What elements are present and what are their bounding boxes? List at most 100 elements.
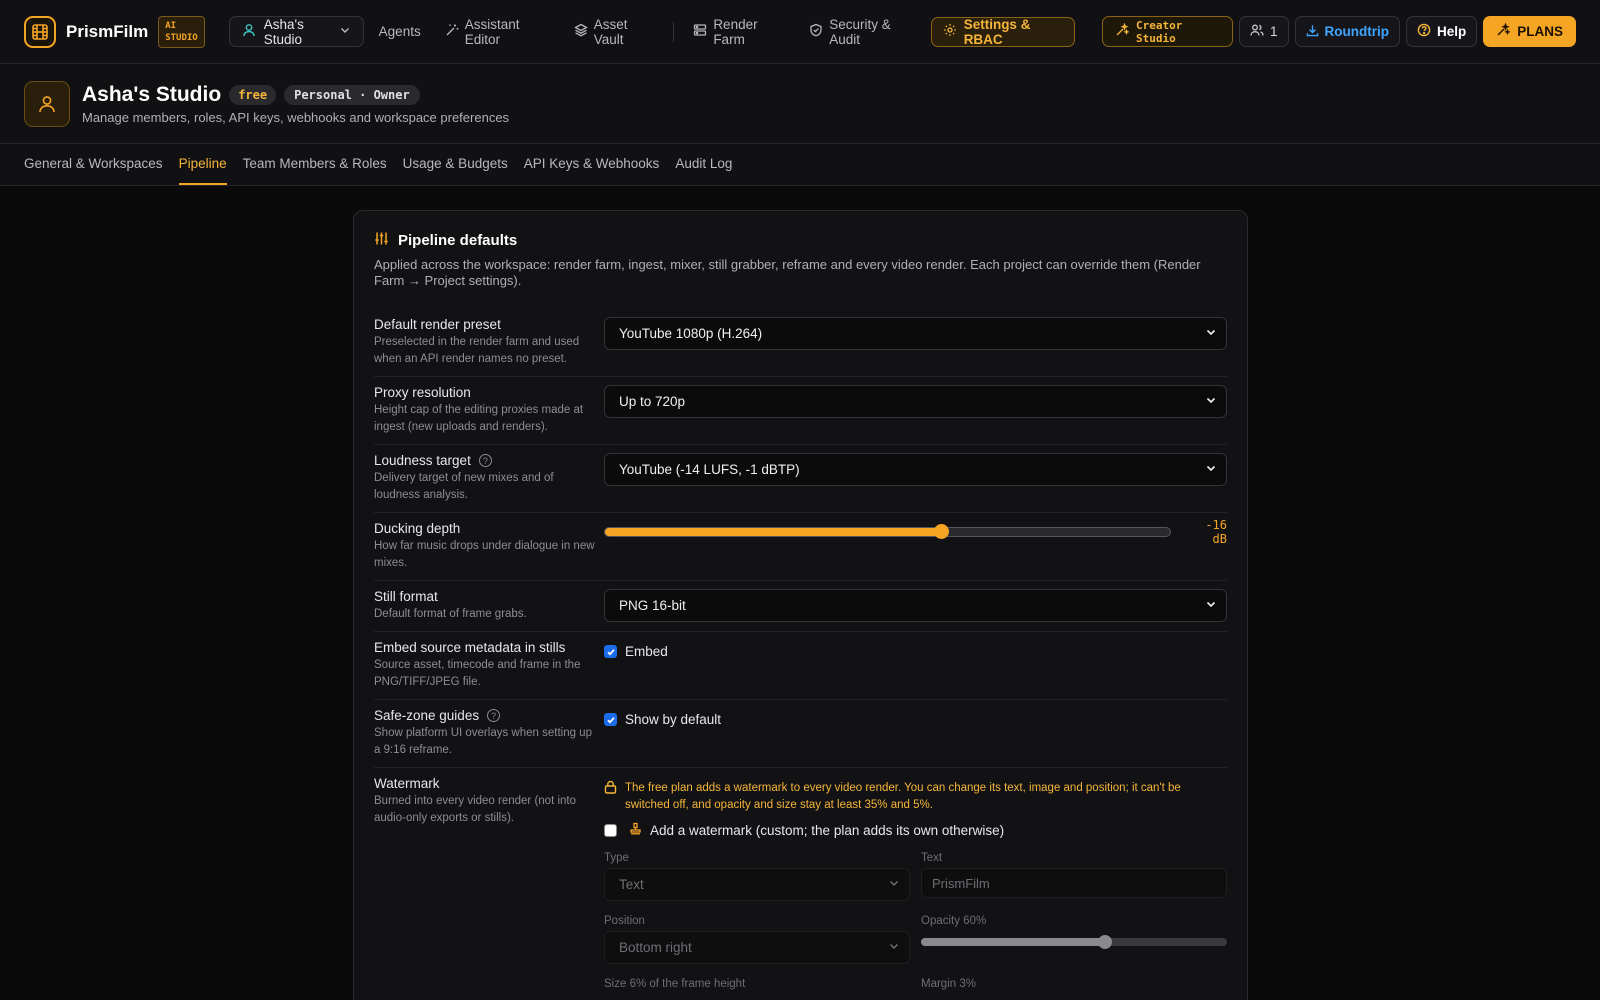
row-label: Safe-zone guides ? Show platform UI over… xyxy=(374,708,604,759)
nav-agents-label: Agents xyxy=(378,24,421,39)
sparkle-icon xyxy=(1115,22,1130,40)
watermark-type-select[interactable]: Text xyxy=(604,868,910,901)
page-header: Asha's Studio free Personal · Owner Mana… xyxy=(0,64,1600,143)
page-title: Asha's Studio xyxy=(82,82,222,106)
field-position: Position Bottom right xyxy=(604,915,910,964)
help-button[interactable]: Help xyxy=(1405,16,1478,47)
chevron-down-icon xyxy=(1205,598,1217,613)
field-opacity: Opacity 60% xyxy=(921,915,1227,964)
plans-button[interactable]: PLANS xyxy=(1483,16,1577,47)
row-still-format: Still format Default format of frame gra… xyxy=(374,581,1227,632)
watermark-opacity-slider[interactable] xyxy=(921,935,1227,949)
nav-settings-rbac-label: Settings & RBAC xyxy=(963,16,1031,47)
custom-watermark-line[interactable]: Add a watermark (custom; the plan adds i… xyxy=(604,822,1227,838)
app-logo[interactable]: PrismFilm AI STUDIO xyxy=(24,15,205,48)
still-format-label: Still format xyxy=(374,589,438,604)
chevron-down-icon xyxy=(888,940,900,955)
server-icon xyxy=(693,23,707,40)
ducking-slider-wrap: -16 dB xyxy=(604,518,1227,546)
embed-checkbox-label: Embed xyxy=(625,644,668,659)
row-control: YouTube (-14 LUFS, -1 dBTP) xyxy=(604,453,1227,504)
top-bar: PrismFilm AI STUDIO Asha's Studio Agents … xyxy=(0,0,1600,64)
ai-studio-badge: AI STUDIO xyxy=(158,15,205,48)
nav-assistant-editor-label: Assistant Editor xyxy=(464,16,520,47)
opacity-label: Opacity 60% xyxy=(921,915,987,927)
creator-studio-button[interactable]: Creator Studio xyxy=(1101,16,1233,47)
proxy-label: Proxy resolution xyxy=(374,385,471,400)
proxy-hint: Height cap of the editing proxies made a… xyxy=(374,404,584,433)
members-button[interactable]: 1 xyxy=(1238,16,1289,47)
plans-label: PLANS xyxy=(1517,24,1564,39)
type-value: Text xyxy=(619,877,644,892)
nav-asset-vault[interactable]: Asset Vault xyxy=(565,16,664,48)
watermark-fields: Type Text Text PrismFilm Position Bottom… xyxy=(604,852,1227,994)
loudness-target-select[interactable]: YouTube (-14 LUFS, -1 dBTP) xyxy=(604,453,1227,486)
tab-api-keys-webhooks[interactable]: API Keys & Webhooks xyxy=(524,144,660,185)
settings-rows: Default render preset Preselected in the… xyxy=(374,309,1227,1000)
loudness-hint: Delivery target of new mixes and of loud… xyxy=(374,472,554,501)
avatar xyxy=(24,80,70,127)
row-control: -16 dB xyxy=(604,518,1227,572)
embed-checkbox[interactable] xyxy=(604,645,617,658)
still-format-select[interactable]: PNG 16-bit xyxy=(604,589,1227,622)
row-watermark: Watermark Burned into every video render… xyxy=(374,768,1227,1000)
tab-team-members-roles[interactable]: Team Members & Roles xyxy=(243,144,387,185)
roundtrip-button[interactable]: Roundtrip xyxy=(1294,16,1400,47)
watermark-position-select[interactable]: Bottom right xyxy=(604,931,910,964)
safe-zone-hint: Show platform UI overlays when setting u… xyxy=(374,727,592,756)
row-control: The free plan adds a watermark to every … xyxy=(604,776,1227,994)
nav-agents[interactable]: Agents xyxy=(370,16,430,48)
shield-icon xyxy=(809,23,823,40)
roundtrip-label: Roundtrip xyxy=(1324,24,1389,39)
nav-render-farm[interactable]: Render Farm xyxy=(684,16,794,48)
ducking-depth-slider[interactable] xyxy=(604,524,1171,539)
settings-tabs: General & Workspaces Pipeline Team Membe… xyxy=(0,143,1600,186)
type-label: Type xyxy=(604,852,629,864)
chevron-down-icon xyxy=(1205,462,1217,477)
creator-studio-label: Creator Studio xyxy=(1135,18,1183,45)
nav-divider xyxy=(673,21,675,42)
nav-security-audit[interactable]: Security & Audit xyxy=(800,16,924,48)
chevron-down-icon xyxy=(339,24,351,39)
chevron-down-icon xyxy=(1205,394,1217,409)
chevron-down-icon xyxy=(1205,326,1217,341)
margin-label: Margin 3% xyxy=(921,978,976,990)
stamp-icon xyxy=(629,822,642,838)
layers-icon xyxy=(573,23,588,40)
slider-thumb[interactable] xyxy=(933,524,949,539)
gear-icon xyxy=(943,23,957,40)
proxy-resolution-select[interactable]: Up to 720p xyxy=(604,385,1227,418)
slider-fill xyxy=(605,527,942,536)
loudness-label: Loudness target xyxy=(374,453,471,468)
loudness-label-wrap: Loudness target ? xyxy=(374,453,598,468)
nav-settings-rbac[interactable]: Settings & RBAC xyxy=(930,16,1076,47)
row-ducking-depth: Ducking depth How far music drops under … xyxy=(374,513,1227,581)
sliders-icon xyxy=(374,231,389,250)
row-control: PNG 16-bit xyxy=(604,589,1227,623)
tab-usage-budgets[interactable]: Usage & Budgets xyxy=(403,144,508,185)
tab-audit-log[interactable]: Audit Log xyxy=(675,144,732,185)
field-type: Type Text xyxy=(604,852,910,901)
help-circle-icon[interactable]: ? xyxy=(487,709,501,722)
safe-zone-checkbox[interactable] xyxy=(604,713,617,726)
tab-general-workspaces[interactable]: General & Workspaces xyxy=(24,144,163,185)
help-circle-icon[interactable]: ? xyxy=(478,454,492,467)
text-placeholder: PrismFilm xyxy=(932,875,990,891)
sparkle-icon xyxy=(1496,22,1512,40)
workspace-switcher[interactable]: Asha's Studio xyxy=(228,16,364,47)
role-badge: Personal · Owner xyxy=(284,84,420,105)
card-title: Pipeline defaults xyxy=(398,232,518,249)
plan-badge: free xyxy=(229,84,277,105)
render-preset-select[interactable]: YouTube 1080p (H.264) xyxy=(604,317,1227,350)
slider-thumb[interactable] xyxy=(1097,935,1112,949)
row-loudness-target: Loudness target ? Delivery target of new… xyxy=(374,445,1227,513)
embed-checkbox-line[interactable]: Embed xyxy=(604,644,1227,659)
custom-watermark-checkbox[interactable] xyxy=(604,823,617,837)
nav-asset-vault-label: Asset Vault xyxy=(593,16,628,47)
safe-zone-checkbox-line[interactable]: Show by default xyxy=(604,712,1227,727)
watermark-text-input[interactable]: PrismFilm xyxy=(921,868,1227,898)
tab-pipeline[interactable]: Pipeline xyxy=(178,144,227,185)
help-label: Help xyxy=(1436,24,1467,39)
nav-assistant-editor[interactable]: Assistant Editor xyxy=(436,16,559,48)
still-format-value: PNG 16-bit xyxy=(619,598,686,613)
